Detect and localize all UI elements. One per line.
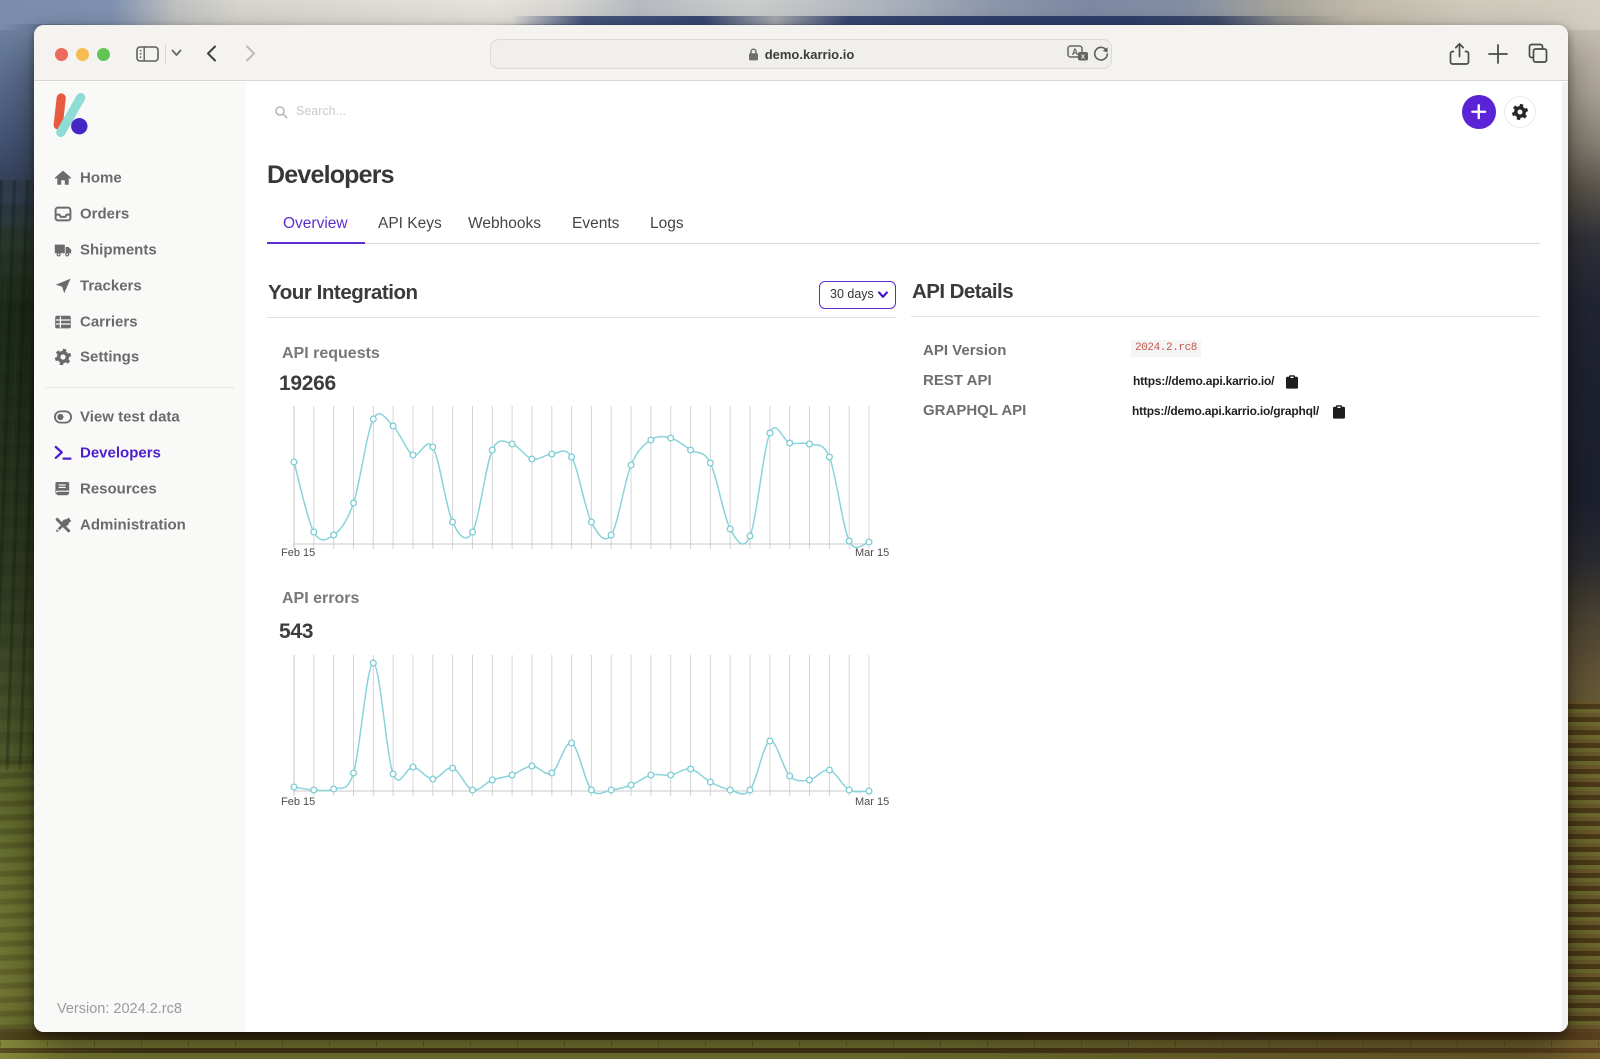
svg-text:A: A [1072,47,1079,57]
